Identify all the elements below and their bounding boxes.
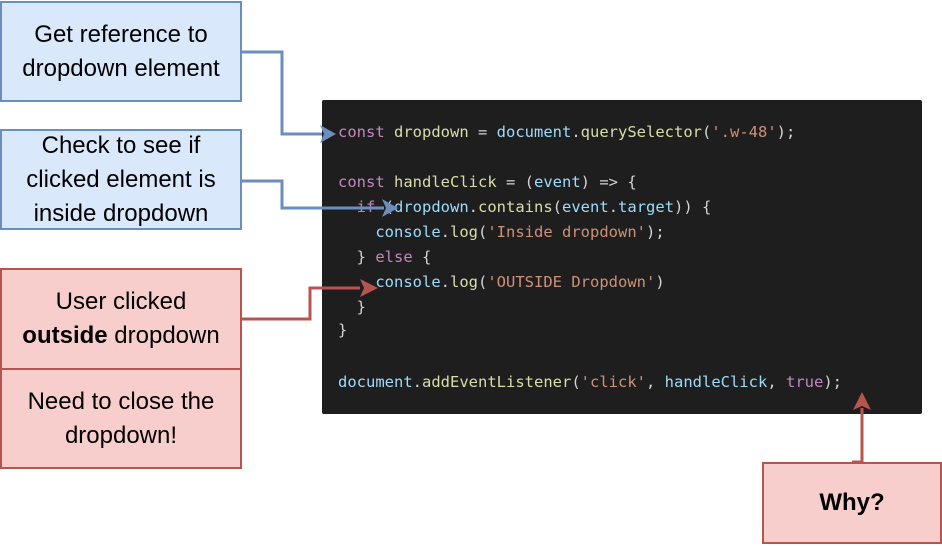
arrow-user-clicked-outside <box>242 279 378 321</box>
connector-arrows <box>242 50 871 464</box>
arrow-why <box>852 392 871 464</box>
arrow-check-inside <box>242 179 398 217</box>
arrow-get-reference <box>242 50 336 143</box>
